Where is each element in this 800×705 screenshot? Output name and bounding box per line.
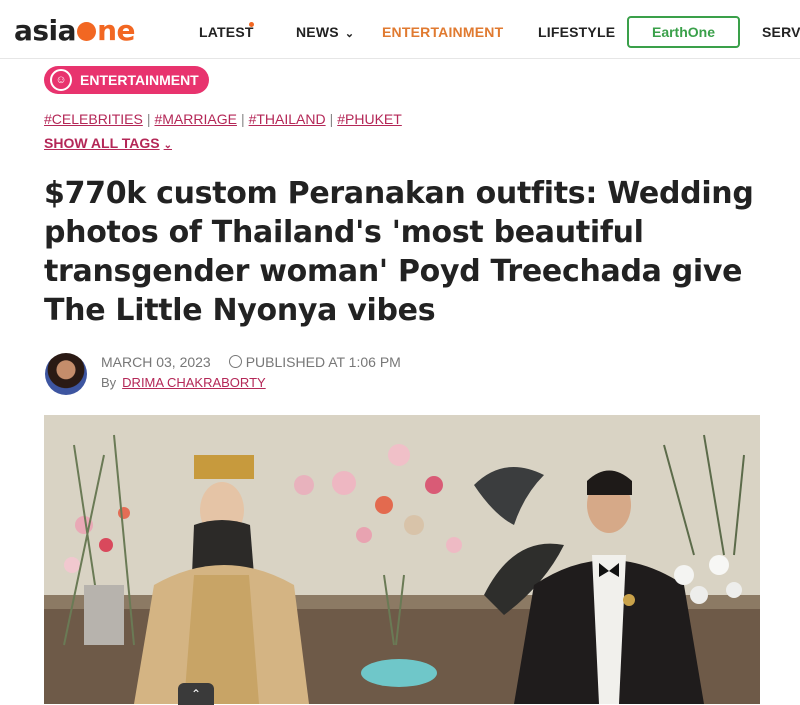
publish-time: PUBLISHED AT 1:06 PM xyxy=(245,354,401,370)
tag-list: #CELEBRITIES | #MARRIAGE | #THAILAND | #PHUKET xyxy=(44,111,402,127)
nav-news[interactable]: NEWS ⌄ xyxy=(296,24,354,40)
article-dateline: MARCH 03, 2023 PUBLISHED AT 1:06 PM xyxy=(101,354,401,370)
category-badge[interactable]: ☺ ENTERTAINMENT xyxy=(44,66,209,94)
author-link[interactable]: DRIMA CHAKRABORTY xyxy=(122,375,266,390)
chevron-down-icon: ⌄ xyxy=(344,28,355,40)
chevron-up-icon: ⌃ xyxy=(190,687,202,701)
show-all-tags-link[interactable]: SHOW ALL TAGS ⌄ xyxy=(44,135,172,151)
earthone-button[interactable]: EarthOne xyxy=(627,16,740,48)
top-navigation: asia ne LATEST NEWS ⌄ ENTERTAINMENT LIFEST… xyxy=(0,0,800,59)
nav-services[interactable]: SERVI xyxy=(762,24,800,40)
new-indicator-dot xyxy=(249,22,254,27)
tag-thailand[interactable]: #THAILAND xyxy=(249,111,326,127)
tag-celebrities[interactable]: #CELEBRITIES xyxy=(44,111,143,127)
article-hero-image xyxy=(44,415,760,704)
asiaone-logo[interactable]: asia ne xyxy=(14,14,135,48)
tag-phuket[interactable]: #PHUKET xyxy=(337,111,402,127)
wedding-photo-illustration xyxy=(44,415,760,704)
article-headline: $770k custom Peranakan outfits: Wedding … xyxy=(44,176,754,328)
chevron-down-icon: ⌄ xyxy=(163,140,173,151)
clock-icon xyxy=(228,355,242,368)
publish-date: MARCH 03, 2023 xyxy=(101,354,211,370)
nav-lifestyle[interactable]: LIFESTYLE xyxy=(538,24,615,40)
nav-entertainment[interactable]: ENTERTAINMENT xyxy=(382,24,503,40)
tag-marriage[interactable]: #MARRIAGE xyxy=(154,111,236,127)
nav-latest[interactable]: LATEST xyxy=(199,24,254,40)
author-avatar[interactable] xyxy=(45,353,87,395)
theater-masks-icon: ☺ xyxy=(50,69,72,91)
byline: By DRIMA CHAKRABORTY xyxy=(101,375,266,390)
scroll-up-button[interactable]: ⌃ xyxy=(178,683,214,705)
